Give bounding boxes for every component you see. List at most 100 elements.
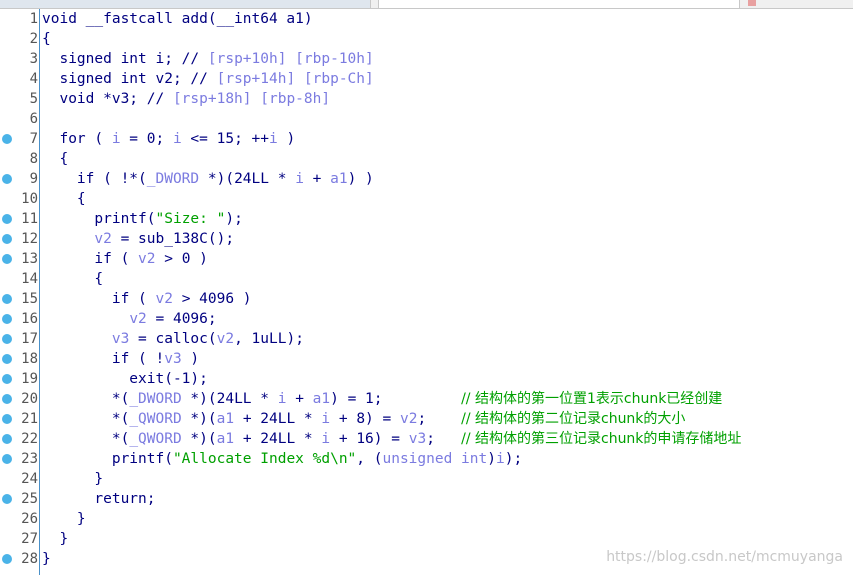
code-line[interactable]: 16 v2 = 4096; [0, 309, 853, 329]
code-text: } [42, 529, 68, 549]
line-number: 12 [21, 231, 38, 247]
code-token: } [42, 551, 51, 567]
code-line[interactable]: 19 exit(-1); [0, 369, 853, 389]
code-string: "Allocate Index %d\n" [172, 451, 357, 467]
watermark: https://blog.csdn.net/mcmuyanga [606, 549, 843, 565]
line-number: 28 [21, 551, 38, 567]
tab-other[interactable] [770, 0, 853, 8]
line-number: 14 [21, 271, 38, 287]
code-text: v3 = calloc(v2, 1uLL); [42, 329, 304, 349]
line-number: 7 [29, 131, 38, 147]
code-line[interactable]: 4 signed int v2; // [rsp+14h] [rbp-Ch] [0, 69, 853, 89]
code-token: ) = 1; [330, 391, 462, 407]
code-line[interactable]: 14 { [0, 269, 853, 289]
code-line[interactable]: 18 if ( !v3 ) [0, 349, 853, 369]
code-line[interactable]: 5 void *v3; // [rsp+18h] [rbp-8h] [0, 89, 853, 109]
code-token: } [42, 531, 69, 547]
code-identifier: v2 [94, 231, 112, 247]
code-token: + 16) = [330, 431, 409, 447]
code-token: ); [225, 211, 243, 227]
code-token: if ( [42, 291, 156, 307]
code-identifier: _QWORD [129, 411, 182, 427]
code-line[interactable]: 22 *(_QWORD *)(a1 + 24LL * i + 16) = v3;… [0, 429, 853, 449]
code-identifier: i [111, 131, 121, 147]
line-number: 21 [21, 411, 38, 427]
code-line[interactable]: 6 [0, 109, 853, 129]
code-line[interactable]: 2{ [0, 29, 853, 49]
code-identifier: v2 [129, 311, 147, 327]
code-text: if ( !*(_DWORD *)(24LL * i + a1) ) [42, 169, 374, 189]
code-line[interactable]: 9 if ( !*(_DWORD *)(24LL * i + a1) ) [0, 169, 853, 189]
code-line[interactable]: 27 } [0, 529, 853, 549]
code-identifier: a1 [330, 171, 348, 187]
line-number: 9 [29, 171, 38, 187]
code-token: + [286, 391, 313, 407]
line-number: 1 [29, 11, 38, 27]
code-token: + 24LL * [234, 431, 322, 447]
code-token: > 0 ) [155, 251, 208, 267]
line-number: 2 [29, 31, 38, 47]
code-line[interactable]: 20 *(_DWORD *)(24LL * i + a1) = 1; // 结构… [0, 389, 853, 409]
line-number: 25 [21, 491, 38, 507]
code-token: ) ) [347, 171, 374, 187]
code-line[interactable]: 8 { [0, 149, 853, 169]
code-text: if ( v2 > 4096 ) [42, 289, 252, 309]
code-comment: // 结构体的第一位置1表示chunk已经创建 [461, 391, 723, 407]
code-text: *(_DWORD *)(24LL * i + a1) = 1; // 结构体的第… [42, 389, 722, 409]
code-line[interactable]: 15 if ( v2 > 4096 ) [0, 289, 853, 309]
code-line[interactable]: 26 } [0, 509, 853, 529]
code-text: if ( !v3 ) [42, 349, 199, 369]
code-line[interactable]: 11 printf("Size: "); [0, 209, 853, 229]
code-line[interactable]: 21 *(_QWORD *)(a1 + 24LL * i + 8) = v2; … [0, 409, 853, 429]
code-line[interactable]: 7 for ( i = 0; i <= 15; ++i ) [0, 129, 853, 149]
code-line[interactable]: 17 v3 = calloc(v2, 1uLL); [0, 329, 853, 349]
line-number: 27 [21, 531, 38, 547]
code-text: printf("Allocate Index %d\n", (unsigned … [42, 449, 522, 469]
code-token: } [42, 511, 86, 527]
line-number: 17 [21, 331, 38, 347]
code-identifier: i [295, 171, 304, 187]
code-comment: // 结构体的第三位记录chunk的申请存储地址 [461, 431, 742, 447]
code-text: { [42, 269, 103, 289]
pseudocode-editor[interactable]: 1 void __fastcall add(__int64 a1) 2{3 sign… [0, 9, 853, 575]
code-token: + 24LL * [234, 411, 322, 427]
code-line[interactable]: 23 printf("Allocate Index %d\n", (unsign… [0, 449, 853, 469]
code-line[interactable]: 13 if ( v2 > 0 ) [0, 249, 853, 269]
code-text: v2 = 4096; [42, 309, 216, 329]
code-string: "Size: " [155, 211, 226, 227]
code-text: if ( v2 > 0 ) [42, 249, 208, 269]
tab-ida-view[interactable] [0, 0, 371, 8]
code-text: return; [42, 489, 155, 509]
code-identifier: v2 [155, 291, 173, 307]
code-text: exit(-1); [42, 369, 208, 389]
code-identifier: v2 [138, 251, 156, 267]
line-number: 19 [21, 371, 38, 387]
code-token: ; [417, 411, 462, 427]
code-identifier: i [495, 451, 505, 467]
code-token: *)( [181, 411, 217, 427]
code-token: void __fastcall add(__int64 a1) [42, 11, 313, 27]
tab-pseudocode[interactable] [378, 0, 740, 8]
code-identifier: v3 [111, 331, 130, 347]
line-number: 16 [21, 311, 38, 327]
code-identifier: [rsp+14h] [rbp-Ch] [216, 71, 374, 87]
close-icon[interactable] [748, 0, 756, 6]
code-line[interactable]: 1 void __fastcall add(__int64 a1) [0, 9, 853, 29]
code-line[interactable]: 24 } [0, 469, 853, 489]
line-number: 18 [21, 351, 38, 367]
code-token: for ( [42, 131, 112, 147]
code-line[interactable]: 3 signed int i; // [rsp+10h] [rbp-10h] [0, 49, 853, 69]
code-token: + 8) = [330, 411, 400, 427]
code-identifier: _DWORD [146, 171, 200, 187]
code-line[interactable]: 25 return; [0, 489, 853, 509]
code-identifier: a1 [216, 411, 235, 427]
code-line[interactable]: 10 { [0, 189, 853, 209]
code-text: } [42, 469, 103, 489]
code-identifier: unsigned int [382, 451, 488, 467]
line-number: 3 [29, 51, 38, 67]
code-token: signed int v2; // [42, 71, 217, 87]
code-line[interactable]: 12 v2 = sub_138C(); [0, 229, 853, 249]
